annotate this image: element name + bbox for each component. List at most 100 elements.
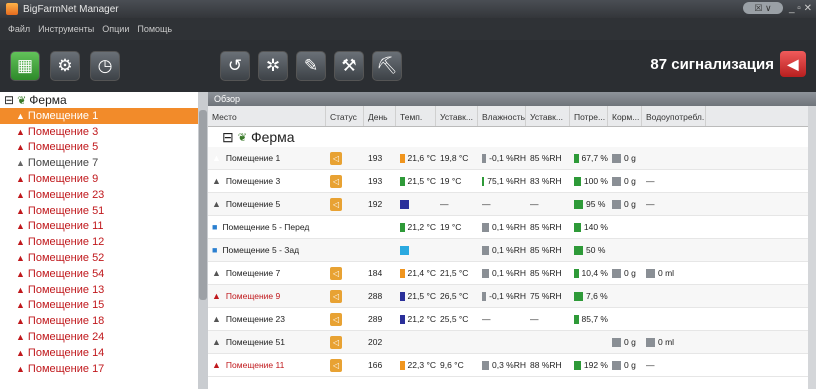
- column-header[interactable]: Уставк...: [436, 106, 478, 126]
- water-cell[interactable]: [642, 216, 706, 238]
- column-header[interactable]: Корм...: [608, 106, 642, 126]
- edit-button[interactable]: ✎: [296, 51, 326, 81]
- alarm-indicator[interactable]: 87 сигнализация ◀: [650, 51, 806, 77]
- water-cell[interactable]: —: [642, 193, 706, 215]
- tree-item[interactable]: ▲ Помещение 5: [0, 140, 198, 156]
- water-cell[interactable]: 0 ml: [642, 262, 706, 284]
- status-icon[interactable]: ◁: [330, 335, 342, 349]
- status-icon[interactable]: ◁: [330, 312, 342, 326]
- table-row[interactable]: ■ Помещение 5 - Перед 21,2 °C 19 °C 0,1 %RH 8…: [208, 216, 808, 239]
- table-row[interactable]: ▲ Помещение 11 ◁ 166 22,3 °C 9,6 °C 0,3 %RH 88 …: [208, 354, 808, 377]
- place-cell[interactable]: ■ Помещение 5 - Зад: [208, 239, 326, 261]
- water-cell[interactable]: [642, 147, 706, 169]
- temp-cell[interactable]: 21,5 °C: [396, 285, 436, 307]
- tree-item[interactable]: ▲ Помещение 14: [0, 345, 198, 361]
- column-header[interactable]: Водоупотребл...: [642, 106, 706, 126]
- place-cell[interactable]: ▲ Помещение 51: [208, 331, 326, 353]
- water-cell[interactable]: 0 ml: [642, 331, 706, 353]
- temp-cell[interactable]: [396, 239, 436, 261]
- consumption-cell[interactable]: 95 %: [570, 193, 608, 215]
- feed-cell[interactable]: 0 g: [608, 262, 642, 284]
- water-cell[interactable]: —: [642, 170, 706, 192]
- place-cell[interactable]: ▲ Помещение 23: [208, 308, 326, 330]
- consumption-cell[interactable]: 140 %: [570, 216, 608, 238]
- temp-cell[interactable]: 21,5 °C: [396, 170, 436, 192]
- history-button[interactable]: ↺: [220, 51, 250, 81]
- status-cell[interactable]: [326, 216, 364, 238]
- tree-item[interactable]: ▲ Помещение 23: [0, 187, 198, 203]
- tree-item[interactable]: ▲ Помещение 17: [0, 361, 198, 377]
- status-cell[interactable]: ◁: [326, 354, 364, 376]
- consumption-cell[interactable]: 192 %: [570, 354, 608, 376]
- status-cell[interactable]: ◁: [326, 262, 364, 284]
- table-row[interactable]: ▲ Помещение 51 ◁ 202 0 g 0 ml: [208, 331, 808, 354]
- humidity-cell[interactable]: -0,1 %RH: [478, 285, 526, 307]
- place-cell[interactable]: ▲ Помещение 7: [208, 262, 326, 284]
- consumption-cell[interactable]: 7,6 %: [570, 285, 608, 307]
- status-cell[interactable]: [326, 239, 364, 261]
- status-cell[interactable]: ◁: [326, 147, 364, 169]
- tools-button[interactable]: ⚒: [334, 51, 364, 81]
- temp-cell[interactable]: 21,4 °C: [396, 262, 436, 284]
- status-cell[interactable]: ◁: [326, 308, 364, 330]
- tree-item[interactable]: ▲ Помещение 18: [0, 313, 198, 329]
- menu-file[interactable]: Файл: [8, 24, 30, 34]
- tree-scroll-thumb[interactable]: [199, 110, 207, 300]
- place-cell[interactable]: ▲ Помещение 11: [208, 354, 326, 376]
- tree-root[interactable]: ⊟ ❦ Ферма: [0, 92, 198, 108]
- consumption-cell[interactable]: 10,4 %: [570, 262, 608, 284]
- place-cell[interactable]: ▲ Помещение 5: [208, 193, 326, 215]
- climate-button[interactable]: ✲: [258, 51, 288, 81]
- place-cell[interactable]: ▲ Помещение 1: [208, 147, 326, 169]
- table-row[interactable]: ▲ Помещение 5 ◁ 192 — — — 95 % 0 g —: [208, 193, 808, 216]
- tree-item[interactable]: ▲ Помещение 12: [0, 234, 198, 250]
- status-icon[interactable]: ◁: [330, 289, 342, 303]
- temp-cell[interactable]: [396, 331, 436, 353]
- status-icon[interactable]: ◁: [330, 174, 342, 188]
- temp-cell[interactable]: 22,3 °C: [396, 354, 436, 376]
- settings-button[interactable]: ⚙: [50, 51, 80, 81]
- tree-item[interactable]: ▲ Помещение 11: [0, 219, 198, 235]
- feed-cell[interactable]: [608, 308, 642, 330]
- temp-cell[interactable]: [396, 193, 436, 215]
- column-header[interactable]: Потре...: [570, 106, 608, 126]
- humidity-cell[interactable]: —: [478, 308, 526, 330]
- tree-scrollbar[interactable]: [198, 92, 208, 389]
- feed-cell[interactable]: 0 g: [608, 331, 642, 353]
- humidity-cell[interactable]: -0,1 %RH: [478, 147, 526, 169]
- humidity-cell[interactable]: 75,1 %RH: [478, 170, 526, 192]
- column-header[interactable]: Уставк...: [526, 106, 570, 126]
- feed-cell[interactable]: 0 g: [608, 147, 642, 169]
- table-row[interactable]: ■ Помещение 5 - Зад 0,1 %RH 85 %RH 50 %: [208, 239, 808, 262]
- tree-item[interactable]: ▲ Помещение 51: [0, 203, 198, 219]
- status-icon[interactable]: ◁: [330, 197, 342, 211]
- water-cell[interactable]: [642, 285, 706, 307]
- tree-item[interactable]: ▲ Помещение 1: [0, 108, 198, 124]
- farm-tree[interactable]: ⊟ ❦ Ферма ▲ Помещение 1 ▲ Помещение 3 ▲ Помещ…: [0, 92, 199, 389]
- humidity-cell[interactable]: 0,1 %RH: [478, 262, 526, 284]
- tree-item[interactable]: ▲ Помещение 9: [0, 171, 198, 187]
- table-row[interactable]: ▲ Помещение 3 ◁ 193 21,5 °C 19 °C 75,1 %RH 83 %…: [208, 170, 808, 193]
- tree-item[interactable]: ▲ Помещение 24: [0, 329, 198, 345]
- tree-item[interactable]: ▲ Помещение 13: [0, 282, 198, 298]
- grid-scrollbar[interactable]: [808, 106, 816, 389]
- column-header[interactable]: День: [364, 106, 396, 126]
- consumption-cell[interactable]: 100 %: [570, 170, 608, 192]
- humidity-cell[interactable]: 0,3 %RH: [478, 354, 526, 376]
- feed-cell[interactable]: [608, 239, 642, 261]
- column-header[interactable]: Влажность: [478, 106, 526, 126]
- group-row[interactable]: ⊟ ❦ Ферма: [208, 127, 808, 147]
- humidity-cell[interactable]: 0,1 %RH: [478, 216, 526, 238]
- water-cell[interactable]: —: [642, 354, 706, 376]
- collapse-icon[interactable]: ⊟: [4, 93, 14, 107]
- consumption-cell[interactable]: [570, 331, 608, 353]
- column-header[interactable]: Место: [208, 106, 326, 126]
- status-cell[interactable]: ◁: [326, 331, 364, 353]
- menu-options[interactable]: Опции: [102, 24, 129, 34]
- collapse-icon[interactable]: ⊟: [222, 129, 234, 146]
- feed-cell[interactable]: 0 g: [608, 170, 642, 192]
- place-cell[interactable]: ▲ Помещение 9: [208, 285, 326, 307]
- window-controls[interactable]: _ ▫ ✕: [789, 3, 812, 14]
- tree-item[interactable]: ▲ Помещение 52: [0, 250, 198, 266]
- tree-item[interactable]: ▲ Помещение 54: [0, 266, 198, 282]
